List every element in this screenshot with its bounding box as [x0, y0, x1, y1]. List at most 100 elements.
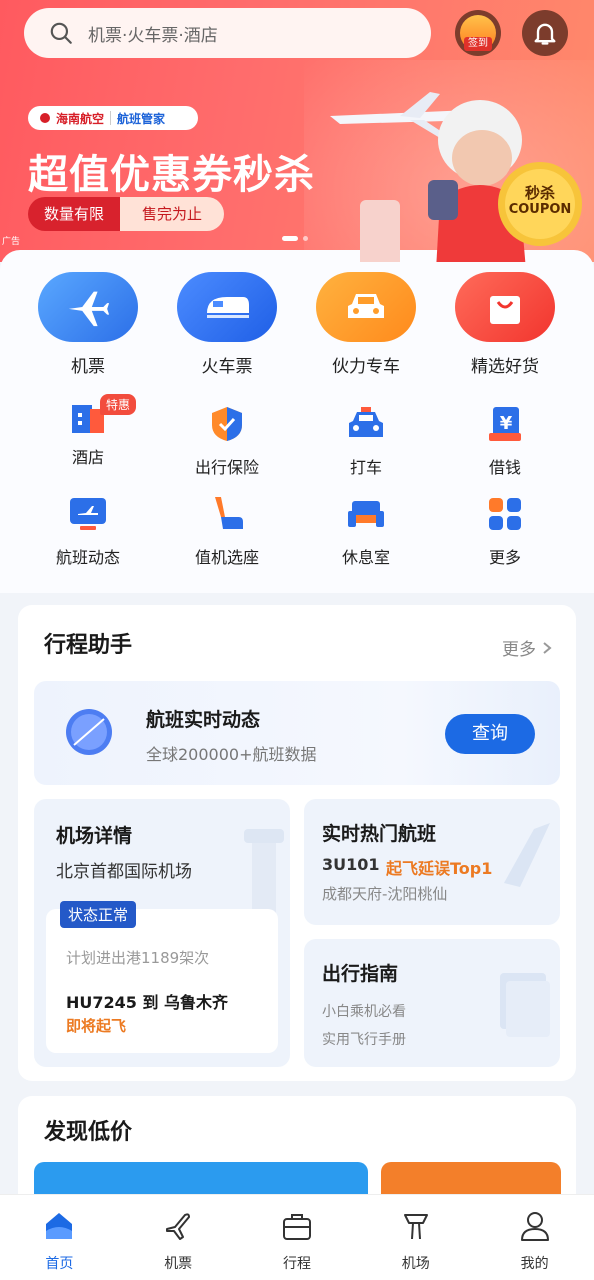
carousel-dot — [303, 236, 308, 241]
service-label: 精选好货 — [471, 357, 539, 377]
trip-assistant-card: 行程助手 更多 航班实时动态 全球200000+航班数据 查询 机场详情 北京首… — [18, 605, 576, 1081]
hot-flight-code: 3U101 — [322, 855, 380, 874]
service-label: 更多 — [488, 548, 521, 567]
search-icon — [50, 22, 72, 44]
notification-button[interactable] — [522, 10, 568, 56]
carousel-dot-active — [282, 236, 298, 241]
yuan-icon: ¥ — [485, 404, 525, 444]
banner-tag-limited: 数量有限 — [28, 197, 121, 231]
home-icon — [46, 1213, 73, 1239]
banner-title: 超值优惠券秒杀 — [28, 152, 315, 198]
airport-takeoff-status: 即将起飞 — [66, 1017, 127, 1035]
luggage-icon — [282, 1214, 311, 1240]
low-price-title: 发现低价 — [44, 1120, 133, 1145]
coupon-text-bottom: COUPON — [508, 202, 572, 217]
taxi-icon — [346, 404, 386, 444]
service-more[interactable]: 更多 — [445, 494, 565, 568]
service-label: 借钱 — [488, 458, 521, 477]
shield-icon — [207, 404, 247, 444]
more-grid-icon — [485, 494, 525, 534]
services-grid: 机票 火车票 伙力专车 精选好货 酒店 特惠 出行保险 打车 ¥ 借钱 航班动态… — [18, 260, 576, 590]
airport-plan-count: 计划进出港1189架次 — [66, 949, 210, 967]
brand-pill: 海南航空 航班管家 — [28, 106, 198, 130]
trip-more-label: 更多 — [502, 640, 536, 660]
flight-status-panel[interactable]: 航班实时动态 全球200000+航班数据 查询 — [34, 681, 560, 785]
chevron-right-icon — [543, 641, 552, 654]
carousel-indicator — [282, 236, 308, 241]
tab-label: 首页 — [45, 1256, 74, 1272]
travel-guide-title: 出行指南 — [322, 963, 399, 985]
brand-hainan: 海南航空 — [28, 110, 104, 127]
service-insurance[interactable]: 出行保险 — [167, 404, 287, 478]
flight-status-subtitle: 全球200000+航班数据 — [146, 745, 317, 764]
tab-home[interactable]: 首页 — [0, 1195, 119, 1280]
service-label: 出行保险 — [194, 458, 259, 477]
signin-label: 签到 — [464, 37, 492, 51]
coupon-text-top: 秒杀 — [524, 184, 555, 202]
query-button[interactable]: 查询 — [445, 714, 535, 754]
service-label: 值机选座 — [194, 548, 259, 567]
promo-banner[interactable]: 机票·火车票·酒店 签到 海南航空 航班管家 超值优惠券秒杀 数量有限 售完为止… — [0, 0, 594, 262]
plane-tail-icon — [504, 823, 550, 887]
travel-guide-panel[interactable]: 出行指南 小白乘机必看 实用飞行手册 — [304, 939, 560, 1067]
signin-button[interactable]: 签到 — [455, 10, 501, 56]
globe-icon — [66, 709, 112, 755]
brand-hainan-label: 海南航空 — [56, 111, 105, 126]
hot-flight-route: 成都天府-沈阳桃仙 — [322, 885, 448, 903]
service-loan[interactable]: ¥ 借钱 — [445, 404, 565, 478]
airport-info-box: 计划进出港1189架次 HU7245 到 乌鲁木齐 即将起飞 — [46, 909, 278, 1053]
banner-tags: 数量有限 售完为止 — [28, 197, 225, 231]
service-label: 机票 — [71, 357, 105, 377]
airport-detail-panel[interactable]: 机场详情 北京首都国际机场 状态正常 计划进出港1189架次 HU7245 到 … — [34, 799, 290, 1067]
tab-trips[interactable]: 行程 — [238, 1195, 357, 1280]
tab-label: 我的 — [520, 1256, 549, 1272]
service-label: 酒店 — [71, 448, 104, 467]
airport-tower-icon — [403, 1214, 428, 1240]
service-shop[interactable]: 精选好货 — [445, 272, 565, 377]
flight-status-title: 航班实时动态 — [146, 709, 261, 731]
tab-label: 机场 — [401, 1256, 430, 1272]
banner-tag-soldout: 售完为止 — [120, 197, 225, 231]
hot-flights-panel[interactable]: 实时热门航班 3U101 起飞延误Top1 成都天府-沈阳桃仙 — [304, 799, 560, 925]
service-taxi[interactable]: 打车 — [306, 404, 426, 478]
service-flight[interactable]: 机票 — [28, 272, 148, 377]
service-flight-status[interactable]: 航班动态 — [28, 494, 148, 568]
tab-label: 行程 — [282, 1256, 311, 1272]
airport-name: 北京首都国际机场 — [56, 862, 192, 882]
service-car[interactable]: 伙力专车 — [306, 272, 426, 377]
brand-divider — [110, 111, 112, 125]
tab-label: 机票 — [164, 1256, 193, 1272]
service-hotel[interactable]: 酒店 特惠 — [28, 394, 148, 468]
service-train[interactable]: 火车票 — [167, 272, 287, 377]
service-label: 伙力专车 — [332, 357, 400, 377]
brand-hbgj-label: 航班管家 — [117, 111, 166, 126]
travel-guide-line2: 实用飞行手册 — [322, 1032, 406, 1048]
ad-label: 广告 — [2, 237, 21, 247]
guide-book-icon — [500, 973, 550, 1037]
bell-icon — [534, 23, 556, 45]
service-lounge[interactable]: 休息室 — [306, 494, 426, 568]
tab-flights[interactable]: 机票 — [119, 1195, 238, 1280]
service-checkin[interactable]: 值机选座 — [167, 494, 287, 568]
tab-profile[interactable]: 我的 — [475, 1195, 594, 1280]
search-placeholder: 机票·火车票·酒店 — [88, 25, 218, 46]
car-icon — [316, 272, 416, 342]
hotel-deal-badge: 特惠 — [100, 394, 137, 415]
service-label: 休息室 — [341, 548, 390, 567]
hot-flights-title: 实时热门航班 — [322, 823, 437, 845]
lounge-icon — [346, 494, 386, 534]
train-icon — [177, 272, 277, 342]
flight-status-icon — [68, 494, 108, 534]
tab-airport[interactable]: 机场 — [356, 1195, 475, 1280]
svg-text:¥: ¥ — [500, 413, 513, 434]
trip-more-link[interactable]: 更多 — [502, 635, 552, 660]
trip-assistant-title: 行程助手 — [44, 633, 133, 658]
search-input[interactable]: 机票·火车票·酒店 — [24, 8, 431, 58]
shopping-bag-icon — [455, 272, 555, 342]
airport-next-flight: HU7245 到 乌鲁木齐 — [66, 993, 229, 1012]
hot-flight-delay: 起飞延误Top1 — [386, 859, 493, 878]
plane-outline-icon — [166, 1213, 191, 1240]
user-icon — [520, 1212, 549, 1241]
coupon-text: 秒杀 COUPON — [496, 160, 584, 248]
bottom-tab-bar: 首页 机票 行程 机场 我的 — [0, 1194, 594, 1280]
